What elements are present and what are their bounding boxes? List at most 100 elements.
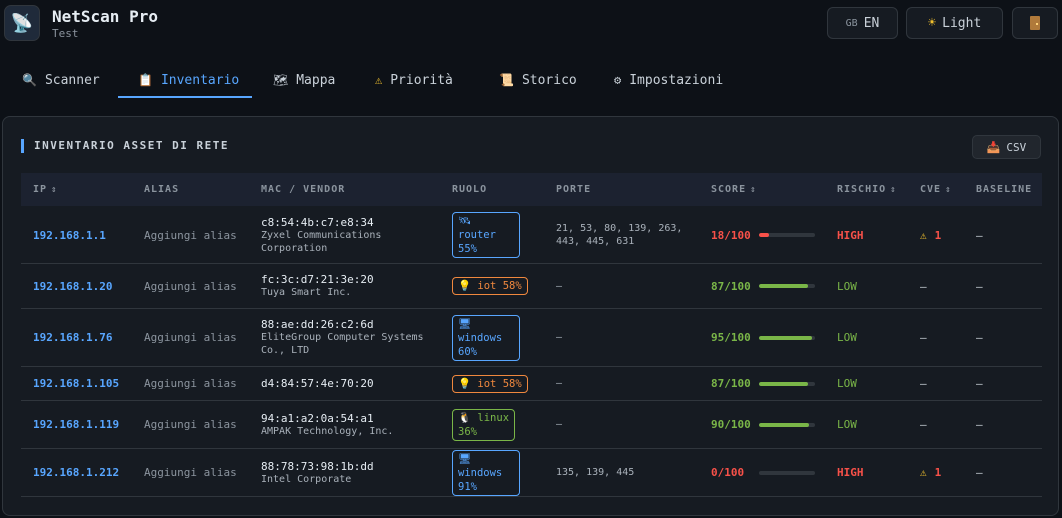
export-csv-button[interactable]: 📥 CSV [972, 135, 1041, 159]
vendor-name: AMPAK Technology, Inc. [261, 425, 394, 437]
alias-field[interactable]: Aggiungi alias [144, 207, 237, 263]
ports-list: — [556, 419, 563, 430]
alias-field[interactable]: Aggiungi alias [144, 309, 237, 366]
column-header-cve[interactable]: CVE ⇕ [920, 173, 951, 206]
column-header-alias: ALIAS [144, 184, 180, 195]
cve-count: — [920, 377, 927, 390]
table-row[interactable]: 192.168.1.212 Aggiungi alias 88:78:73:98… [21, 449, 1042, 497]
mac-vendor-cell: d4:84:57:4e:70:20 [261, 367, 446, 400]
column-header-ports: PORTE [556, 184, 592, 195]
alias-field[interactable]: Aggiungi alias [144, 401, 237, 448]
table-row[interactable]: 192.168.1.20 Aggiungi alias fc:3c:d7:21:… [21, 264, 1042, 309]
sort-icon: ⇕ [51, 185, 58, 195]
role-label: linux [477, 411, 510, 424]
cve-cell: — [920, 264, 927, 308]
logout-button[interactable] [1012, 7, 1058, 39]
cve-cell: ⚠ 1 [920, 207, 941, 263]
download-icon: 📥 [986, 140, 1001, 154]
score-value: 0/100 [711, 466, 745, 479]
ports-cell: — [556, 309, 706, 366]
score-bar-fill [759, 233, 770, 237]
table-header: IP ⇕ ALIAS MAC / VENDOR RUOLO PORTE SCORE… [21, 173, 1042, 206]
mac-address: c8:54:4b:c7:e8:34 [261, 215, 374, 229]
score-bar [759, 470, 815, 475]
role-badge: 🖥 windows 60% [452, 314, 520, 361]
column-label: SCORE [711, 184, 747, 195]
ports-list-cont: 443, 445, 631 [556, 236, 635, 247]
tab-inventario[interactable]: 📋 Inventario [138, 62, 239, 98]
role-confidence: 55% [458, 243, 477, 255]
role-icon: 🖥 [458, 317, 472, 330]
risk-level: LOW [837, 418, 857, 431]
role-confidence: 91% [458, 480, 477, 493]
ip-link[interactable]: 192.168.1.105 [33, 367, 119, 400]
baseline-value: — [976, 279, 983, 293]
risk-level: HIGH [837, 228, 864, 242]
mac-address: d4:84:57:4e:70:20 [261, 377, 374, 390]
ports-list: — [556, 378, 563, 389]
table-row[interactable]: 192.168.1.76 Aggiungi alias 88:ae:dd:26:… [21, 309, 1042, 367]
language-button[interactable]: GB EN [827, 7, 898, 39]
role-cell: 🐧 linux 36% [452, 401, 552, 448]
role-label: windows [458, 331, 503, 344]
alias-field[interactable]: Aggiungi alias [144, 264, 237, 308]
baseline-value: — [976, 418, 983, 431]
language-label: EN [863, 15, 880, 31]
role-icon: 🖥 [458, 452, 472, 465]
active-tab-indicator [118, 96, 252, 98]
tab-scanner[interactable]: 🔍 Scanner [22, 62, 100, 98]
gear-icon: ⚙ [614, 73, 622, 87]
alias-field[interactable]: Aggiungi alias [144, 449, 237, 496]
score-bar [759, 381, 815, 386]
flag-icon: GB [845, 17, 858, 29]
tab-priorita[interactable]: ⚠ Priorità [375, 62, 453, 98]
ports-list: 21, 53, 80, 139, 263, [556, 223, 683, 234]
sort-icon: ⇕ [750, 185, 757, 195]
tab-impostazioni[interactable]: ⚙ Impostazioni [614, 62, 723, 98]
cve-cell: ⚠ 1 [920, 449, 941, 496]
score-cell: 87/100 [711, 264, 821, 308]
risk-level: HIGH [837, 466, 864, 479]
table-row[interactable]: 192.168.1.119 Aggiungi alias 94:a1:a2:0a… [21, 401, 1042, 449]
tab-mappa[interactable]: 🗺 Mappa [273, 62, 335, 98]
role-icon: 🐧 [458, 411, 472, 424]
ports-cell: — [556, 367, 706, 400]
table-row[interactable]: 192.168.1.105 Aggiungi alias d4:84:57:4e… [21, 367, 1042, 401]
vendor-name-cont: Co., LTD [261, 345, 310, 356]
ip-link[interactable]: 192.168.1.212 [33, 449, 119, 496]
column-header-score[interactable]: SCORE ⇕ [711, 173, 757, 206]
mac-address: fc:3c:d7:21:3e:20 [261, 273, 374, 286]
ip-link[interactable]: 192.168.1.119 [33, 401, 119, 448]
role-icon: 💡 [458, 280, 472, 292]
baseline-value: — [976, 228, 983, 242]
role-cell: 💡 iot 58% [452, 264, 552, 308]
score-value: 87/100 [711, 377, 751, 390]
tab-storico[interactable]: 📜 Storico [499, 62, 577, 98]
column-header-ip[interactable]: IP ⇕ [33, 173, 57, 206]
mac-address: 94:a1:a2:0a:54:a1 [261, 411, 374, 425]
tab-label: Scanner [44, 72, 100, 88]
score-bar [759, 335, 815, 340]
ip-link[interactable]: 192.168.1.20 [33, 264, 112, 308]
alias-field[interactable]: Aggiungi alias [144, 367, 237, 400]
score-value: 87/100 [711, 279, 751, 293]
table-row[interactable]: 192.168.1.1 Aggiungi alias c8:54:4b:c7:e… [21, 207, 1042, 264]
score-bar-fill [759, 381, 808, 386]
cve-count[interactable]: 1 [935, 466, 942, 479]
theme-toggle-button[interactable]: ☀ Light [906, 7, 1003, 39]
inventory-panel: INVENTARIO ASSET DI RETE 📥 CSV IP ⇕ ALIAS… [2, 116, 1059, 516]
role-badge: 💡 iot 58% [452, 277, 528, 295]
baseline-value: — [976, 466, 983, 479]
cve-count[interactable]: 1 [935, 229, 942, 242]
ip-link[interactable]: 192.168.1.1 [33, 207, 106, 263]
mac-address: 88:78:73:98:1b:dd [261, 459, 374, 473]
risk-level: LOW [837, 331, 857, 344]
ports-cell: — [556, 264, 706, 308]
column-header-risk[interactable]: RISCHIO ⇕ [837, 173, 897, 206]
ip-link[interactable]: 192.168.1.76 [33, 309, 112, 366]
column-header-baseline: BASELINE [976, 184, 1033, 195]
mac-vendor-cell: 88:ae:dd:26:c2:6d EliteGroup Computer Sy… [261, 309, 446, 366]
score-value: 18/100 [711, 228, 751, 242]
panel-title: INVENTARIO ASSET DI RETE [21, 139, 229, 153]
role-label: windows [458, 466, 503, 479]
